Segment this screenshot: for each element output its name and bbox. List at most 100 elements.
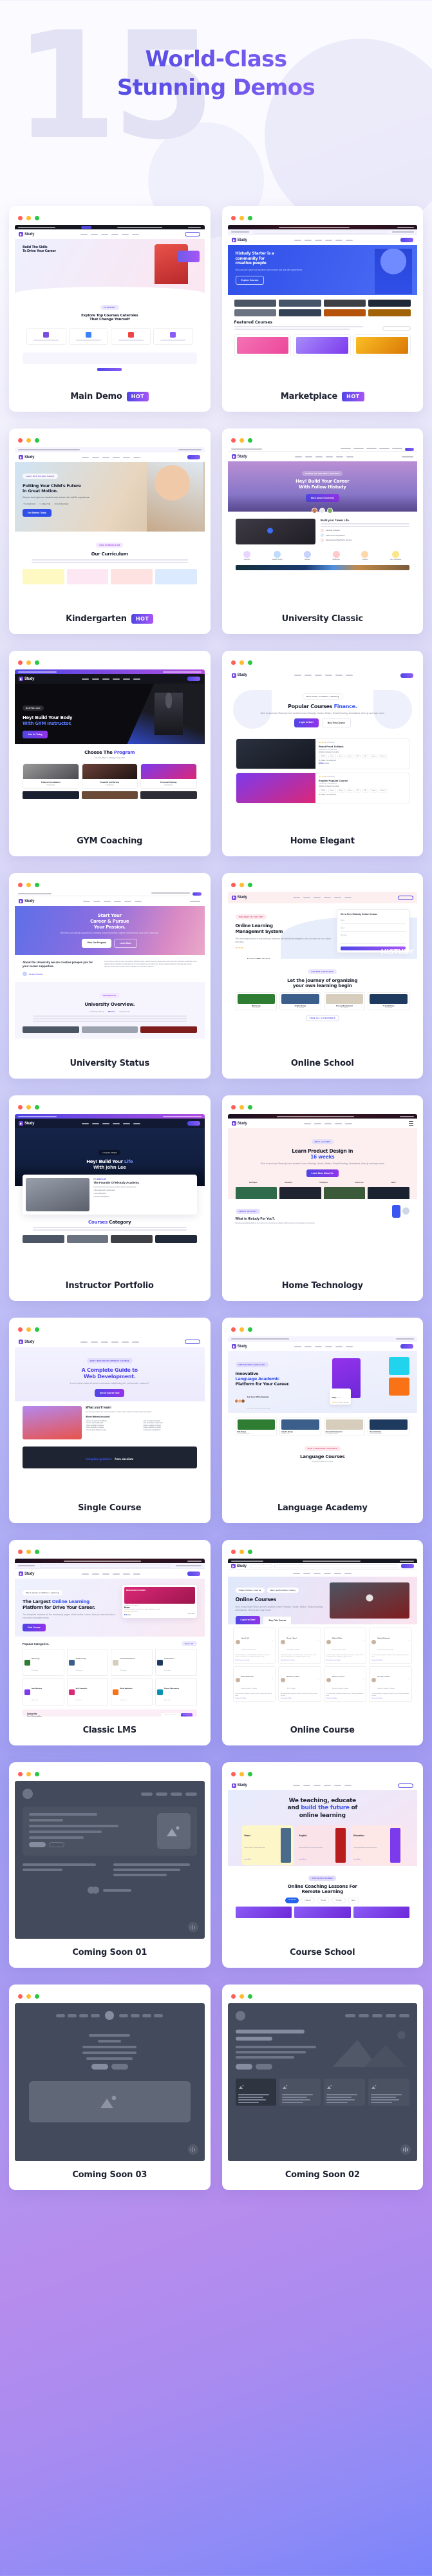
maximize-dot-icon[interactable] (247, 660, 252, 665)
mini-nav-links[interactable] (80, 1341, 139, 1343)
demo-preview[interactable]: Study I Create Value Hey! Build Your Lif… (15, 1114, 205, 1272)
hamburger-icon[interactable] (408, 1121, 413, 1126)
mini-cta[interactable]: Get Started Today (23, 508, 52, 517)
mini-search-input[interactable] (254, 230, 387, 234)
mini-nav-links[interactable] (80, 233, 139, 235)
minimize-dot-icon[interactable] (26, 660, 31, 665)
histudy-logo[interactable]: Study (231, 1344, 247, 1349)
demo-preview[interactable]: Study BESTSELLER Hey! Build Your Body Wi… (15, 669, 205, 827)
histudy-logo[interactable]: Study (19, 1121, 34, 1126)
histudy-logo[interactable]: Study (19, 1572, 34, 1576)
demo-preview[interactable] (15, 1781, 205, 1939)
close-dot-icon[interactable] (18, 1994, 23, 1999)
mini-newsletter-input[interactable]: Enter Your E-Mail (160, 1713, 180, 1716)
mini-nav-cta[interactable] (187, 455, 201, 459)
mini-lead-form[interactable]: Get a Free Histudy Online Course Name Ema… (336, 909, 409, 953)
demo-preview[interactable]: Study BEST WEB DEVELOPMENT COURSE A Comp… (15, 1336, 205, 1494)
close-dot-icon[interactable] (230, 1994, 236, 1999)
demo-card[interactable]: Study Start Your Career & Pursue Your Pass… (9, 873, 211, 1079)
maximize-dot-icon[interactable] (247, 883, 252, 887)
close-dot-icon[interactable] (230, 216, 236, 220)
mini-nav-links[interactable] (81, 456, 140, 458)
mini-category-select[interactable] (250, 1564, 272, 1568)
demo-preview[interactable]: Study We teaching, educate and build the… (227, 1781, 417, 1939)
mini-filters[interactable]: All Course Featured Popular Trending Latest (236, 1898, 410, 1903)
mini-nav-cta[interactable] (397, 1783, 413, 1788)
demo-preview[interactable]: Study BASED ON THE BEST HISTORY Hey! Bui… (227, 447, 417, 605)
mini-nav-links[interactable] (293, 1572, 352, 1574)
mini-nav-links[interactable] (294, 1345, 353, 1347)
demo-card[interactable]: Study We teaching, educate and build the… (221, 1762, 423, 1968)
close-dot-icon[interactable] (18, 660, 23, 665)
maximize-dot-icon[interactable] (35, 216, 39, 220)
mini-nav-links[interactable] (293, 1785, 352, 1786)
maximize-dot-icon[interactable] (35, 1994, 39, 1999)
mini-nav-cta[interactable] (187, 1121, 201, 1126)
mini-nav-cta[interactable] (400, 673, 413, 678)
mini-cta-secondary[interactable]: Buy This Course (321, 718, 351, 728)
minimize-dot-icon[interactable] (26, 1550, 31, 1554)
demo-card[interactable]: Study Learn with Histudy Family Putting … (9, 428, 211, 634)
minimize-dot-icon[interactable] (239, 1994, 244, 1999)
demo-card[interactable]: Study BASED ON THE BEST HISTORY Hey! Bui… (221, 428, 423, 634)
mini-search-input[interactable] (40, 1564, 171, 1568)
mini-nav-links[interactable] (294, 675, 353, 676)
mini-nav-links[interactable] (81, 1573, 140, 1575)
demo-card[interactable]: Study BESTSELLER Hey! Build Your Body Wi… (9, 651, 211, 856)
mini-nav-links[interactable] (82, 900, 142, 902)
histudy-logo[interactable]: Study (231, 895, 247, 900)
minimize-dot-icon[interactable] (26, 1105, 31, 1110)
maximize-dot-icon[interactable] (35, 660, 39, 665)
demo-preview[interactable]: Study Start Your Career & Pursue Your Pass… (15, 892, 205, 1050)
mini-nav-cta[interactable] (401, 1564, 414, 1568)
mini-nav-links[interactable] (81, 678, 140, 680)
demo-card[interactable]: Study Video Online Course Best with Onli… (221, 1540, 423, 1745)
minimize-dot-icon[interactable] (239, 1550, 244, 1554)
mini-course-card[interactable]: ★★★★★ (5 Review) React Front To Back 6 L… (235, 738, 409, 769)
close-dot-icon[interactable] (18, 1327, 23, 1332)
minimize-dot-icon[interactable] (26, 1994, 31, 1999)
demo-card[interactable]: Coming Soon 03 (9, 1985, 211, 2190)
close-dot-icon[interactable] (230, 1550, 236, 1554)
minimize-dot-icon[interactable] (239, 216, 244, 220)
maximize-dot-icon[interactable] (247, 1327, 252, 1332)
mini-section-cta[interactable] (382, 325, 411, 331)
mini-nav-cta[interactable] (187, 1572, 201, 1576)
close-dot-icon[interactable] (230, 660, 236, 665)
minimize-dot-icon[interactable] (239, 1327, 244, 1332)
mini-newsletter-cta[interactable]: Subscribe (180, 1713, 193, 1716)
close-dot-icon[interactable] (230, 438, 236, 443)
maximize-dot-icon[interactable] (35, 1105, 39, 1110)
histudy-logo[interactable]: Study (19, 677, 34, 681)
close-dot-icon[interactable] (18, 1550, 23, 1554)
histudy-logo[interactable]: Study (230, 1564, 247, 1568)
mini-cta-primary[interactable]: View Our Program (82, 938, 111, 948)
mini-cta-primary[interactable]: Login to Start (294, 718, 319, 728)
minimize-dot-icon[interactable] (239, 1772, 244, 1776)
close-dot-icon[interactable] (230, 1772, 236, 1776)
mini-nav-links[interactable] (294, 239, 353, 241)
histudy-logo[interactable]: Study (231, 673, 247, 678)
demo-preview[interactable]: Study THE BEST IN THE TOP Online Learnin… (227, 892, 417, 1050)
mini-nav-cta[interactable] (187, 677, 201, 681)
maximize-dot-icon[interactable] (247, 1994, 252, 1999)
demo-preview[interactable]: Study RELY LEADER Learn Product Design i… (227, 1114, 417, 1272)
close-dot-icon[interactable] (18, 438, 23, 443)
mini-nav-cta[interactable] (400, 1344, 413, 1349)
mini-cta-secondary[interactable]: Buy This Course (263, 1615, 292, 1624)
minimize-dot-icon[interactable] (26, 883, 31, 887)
mini-tabs[interactable]: University History Mission Campus Life (23, 1010, 197, 1013)
mini-cta-secondary[interactable]: Learn More (113, 938, 138, 948)
minimize-dot-icon[interactable] (26, 216, 31, 220)
demo-card[interactable]: Study I Create Value Hey! Build Your Lif… (9, 1095, 211, 1301)
mini-section-cta[interactable]: VIEW ALL CATEGORIES (305, 1015, 339, 1021)
histudy-logo[interactable]: Study (19, 899, 34, 903)
demo-card[interactable]: Study RELY LEADER Learn Product Design i… (221, 1095, 423, 1301)
minimize-dot-icon[interactable] (26, 1772, 31, 1776)
histudy-logo[interactable]: Study (231, 238, 247, 242)
close-dot-icon[interactable] (18, 1772, 23, 1776)
maximize-dot-icon[interactable] (35, 1550, 39, 1554)
mini-cta[interactable]: Join Us Today (23, 730, 48, 738)
mini-cta[interactable]: Enroll Course Now (95, 1389, 125, 1398)
mini-cta[interactable]: Find Course (23, 1624, 46, 1632)
